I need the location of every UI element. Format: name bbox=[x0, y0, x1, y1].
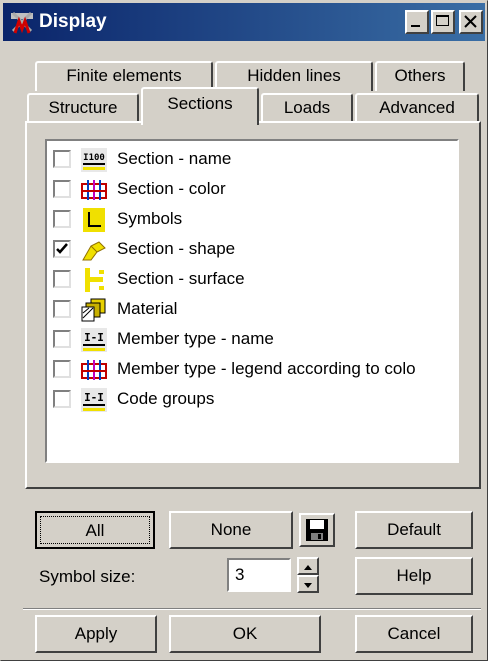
section-color-icon bbox=[81, 180, 107, 200]
tab-sections[interactable]: Sections bbox=[141, 87, 259, 125]
checkbox[interactable] bbox=[53, 390, 71, 408]
list-item[interactable]: Material bbox=[53, 295, 457, 325]
list-item-label: Member type - legend according to colo bbox=[117, 359, 416, 378]
close-icon bbox=[464, 15, 477, 28]
separator bbox=[23, 608, 481, 610]
checkbox[interactable] bbox=[53, 300, 71, 318]
svg-text:I-I: I-I bbox=[84, 331, 104, 344]
save-button[interactable] bbox=[299, 513, 335, 547]
sections-panel: I100 Section - name Section - color Symb… bbox=[25, 121, 481, 489]
default-button[interactable]: Default bbox=[355, 511, 473, 549]
arrow-up-icon bbox=[304, 565, 312, 570]
list-item-label: Member type - name bbox=[117, 329, 274, 348]
checkbox[interactable] bbox=[53, 270, 71, 288]
svg-text:I100: I100 bbox=[83, 153, 105, 163]
app-icon bbox=[11, 11, 33, 34]
list-item-label: Code groups bbox=[117, 389, 215, 408]
window-title: Display bbox=[39, 11, 107, 32]
list-item[interactable]: I-I Member type - name bbox=[53, 325, 457, 355]
list-item[interactable]: Section - color bbox=[53, 175, 457, 205]
list-item-label: Section - shape bbox=[117, 239, 236, 258]
checkbox[interactable] bbox=[53, 180, 71, 198]
maximize-icon bbox=[436, 15, 449, 26]
member-type-legend-icon bbox=[81, 360, 107, 380]
check-icon bbox=[56, 243, 68, 254]
close-button[interactable] bbox=[459, 10, 483, 34]
section-name-icon: I100 bbox=[81, 148, 107, 172]
ok-button[interactable]: OK bbox=[169, 615, 321, 653]
checkbox-checked[interactable] bbox=[53, 240, 71, 258]
none-button[interactable]: None bbox=[169, 511, 293, 549]
save-icon bbox=[306, 519, 328, 541]
list-item[interactable]: Symbols bbox=[53, 205, 457, 235]
checkbox[interactable] bbox=[53, 210, 71, 228]
arrow-down-icon bbox=[304, 583, 312, 588]
spin-up-button[interactable] bbox=[297, 557, 319, 575]
minimize-icon bbox=[411, 25, 420, 27]
tab-advanced[interactable]: Advanced bbox=[355, 93, 479, 123]
code-groups-icon: I-I bbox=[81, 388, 107, 412]
list-item[interactable]: Member type - legend according to colo bbox=[53, 355, 457, 385]
title-bar[interactable]: Display bbox=[3, 3, 485, 41]
list-item-label: Section - color bbox=[117, 179, 226, 198]
list-item-label: Material bbox=[117, 299, 178, 318]
section-shape-icon bbox=[82, 241, 106, 261]
symbol-size-input[interactable] bbox=[227, 558, 291, 592]
apply-button[interactable]: Apply bbox=[35, 615, 157, 653]
svg-text:I-I: I-I bbox=[84, 391, 104, 404]
checkbox[interactable] bbox=[53, 150, 71, 168]
symbols-icon bbox=[83, 208, 105, 232]
tab-loads[interactable]: Loads bbox=[261, 93, 353, 123]
section-surface-icon bbox=[85, 268, 104, 292]
symbol-size-label: Symbol size: bbox=[39, 567, 136, 586]
material-icon bbox=[81, 298, 106, 322]
display-options-list[interactable]: I100 Section - name Section - color Symb… bbox=[45, 139, 459, 463]
list-item-label: Symbols bbox=[117, 209, 183, 228]
tab-others[interactable]: Others bbox=[375, 61, 465, 91]
all-button[interactable]: All bbox=[35, 511, 155, 549]
minimize-button[interactable] bbox=[405, 10, 429, 34]
help-button[interactable]: Help bbox=[355, 557, 473, 595]
list-item[interactable]: Section - surface bbox=[53, 265, 457, 295]
list-item[interactable]: Section - shape bbox=[53, 235, 457, 265]
maximize-button[interactable] bbox=[431, 10, 455, 34]
symbol-size-spinner[interactable] bbox=[297, 557, 319, 593]
list-item[interactable]: I-I Code groups bbox=[53, 385, 457, 415]
list-item-label: Section - surface bbox=[117, 269, 245, 288]
tab-structure[interactable]: Structure bbox=[27, 93, 139, 123]
spin-down-button[interactable] bbox=[297, 575, 319, 593]
display-dialog: Display Finite elements Hidden lines Oth… bbox=[0, 0, 488, 661]
member-type-name-icon: I-I bbox=[81, 328, 107, 352]
list-item-label: Section - name bbox=[117, 149, 232, 168]
checkbox[interactable] bbox=[53, 330, 71, 348]
checkbox[interactable] bbox=[53, 360, 71, 378]
list-item[interactable]: I100 Section - name bbox=[53, 145, 457, 175]
cancel-button[interactable]: Cancel bbox=[355, 615, 473, 653]
